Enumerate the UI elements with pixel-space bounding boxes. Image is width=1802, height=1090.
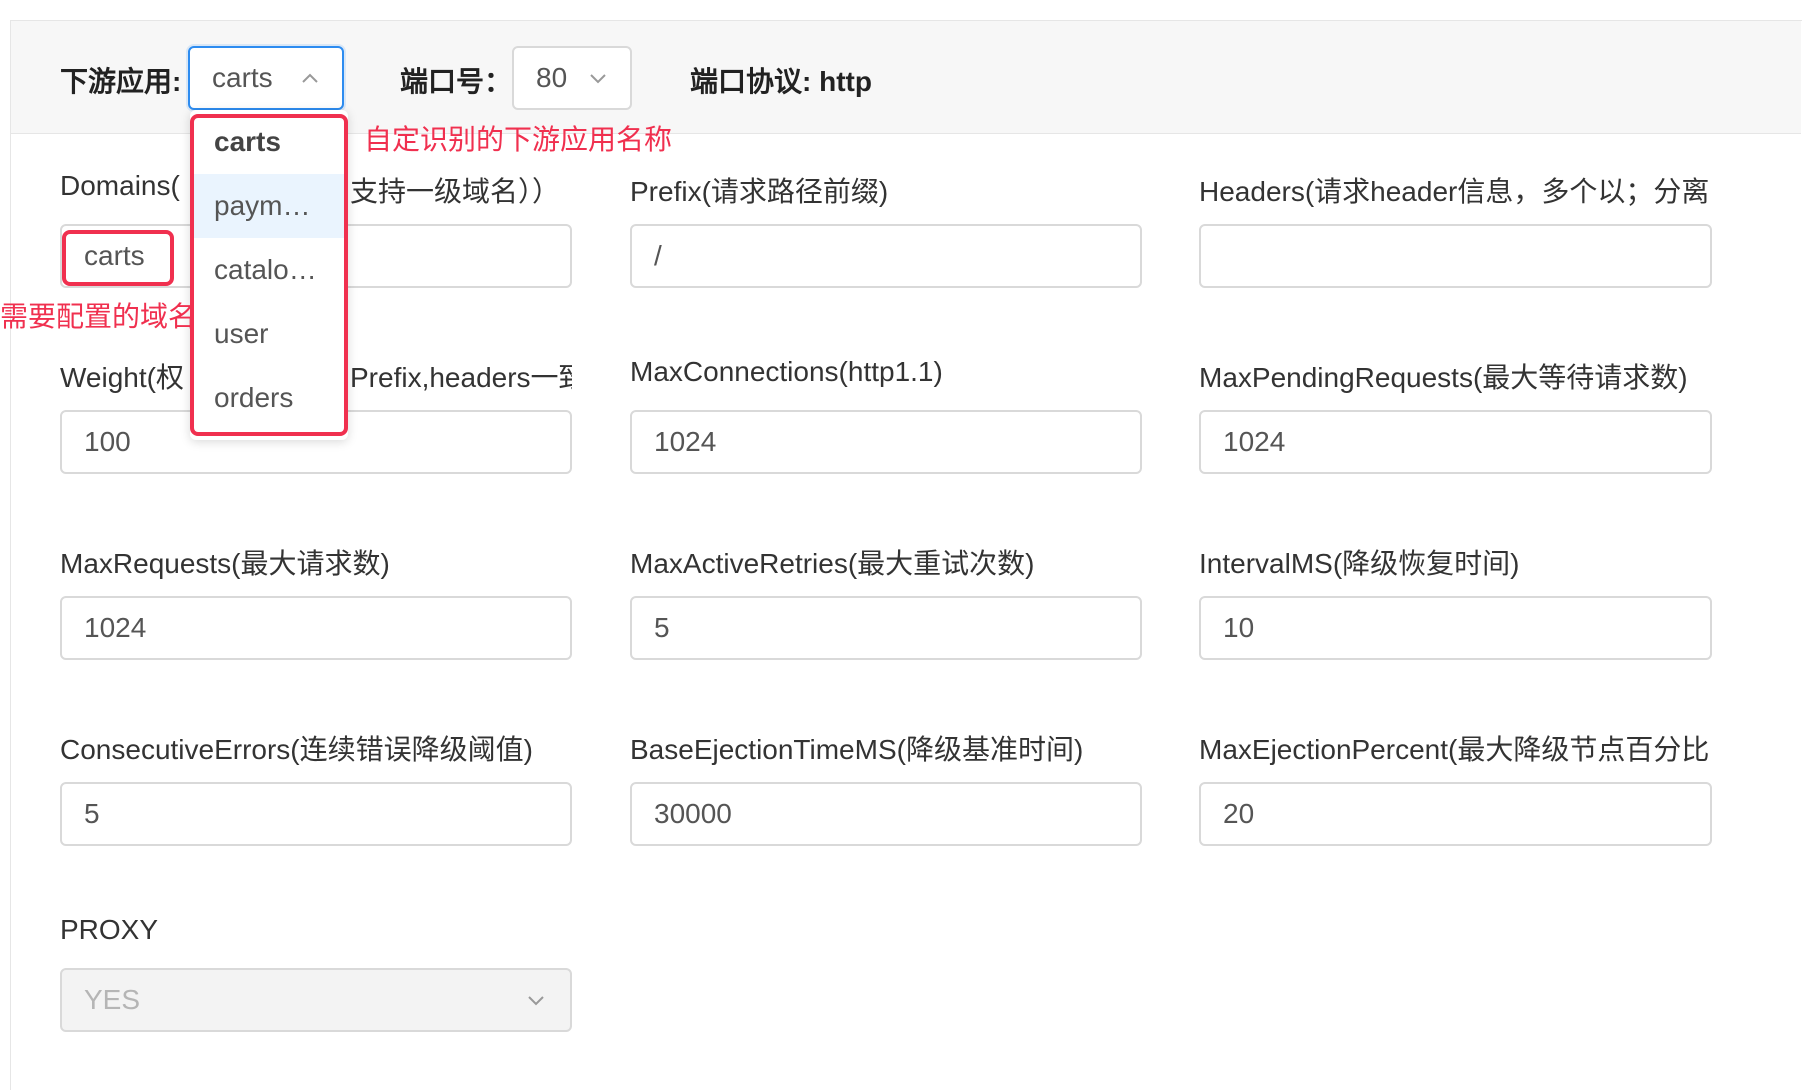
max-connections-label: MaxConnections(http1.1) <box>630 356 943 387</box>
dropdown-option-payment[interactable]: paym… <box>190 174 348 238</box>
proxy-label: PROXY <box>60 914 159 945</box>
dropdown-annotation: 自定识别的下游应用名称 <box>364 124 673 155</box>
weight-label-right: Prefix,headers一致 <box>350 362 572 393</box>
headers-label: Headers(请求header信息，多个以；分离 <box>1199 176 1710 207</box>
dropdown-option-orders[interactable]: orders <box>190 366 348 430</box>
base-ejection-input[interactable]: 30000 <box>630 782 1142 846</box>
max-pending-input[interactable]: 1024 <box>1199 410 1712 474</box>
prefix-label: Prefix(请求路径前缀) <box>630 176 889 207</box>
app-label: 下游应用: <box>60 66 182 97</box>
max-active-retries-input[interactable]: 5 <box>630 596 1142 660</box>
chevron-down-icon <box>590 74 606 84</box>
port-select[interactable]: 80 <box>512 46 632 110</box>
max-active-retries-input-value: 5 <box>654 612 670 643</box>
app-select[interactable]: carts <box>188 46 344 110</box>
max-requests-label: MaxRequests(最大请求数) <box>60 548 390 579</box>
port-select-value: 80 <box>536 62 568 93</box>
max-pending-label: MaxPendingRequests(最大等待请求数) <box>1199 362 1688 393</box>
proxy-select-value: YES <box>84 984 141 1015</box>
prefix-input[interactable]: / <box>630 224 1142 288</box>
max-active-retries-label: MaxActiveRetries(最大重试次数) <box>630 548 1035 579</box>
dropdown-option-catalog[interactable]: catalo… <box>190 238 348 302</box>
max-connections-input[interactable]: 1024 <box>630 410 1142 474</box>
domain-annotation: 需要配置的域名 <box>0 301 197 332</box>
interval-ms-label: IntervalMS(降级恢复时间) <box>1199 548 1520 579</box>
max-requests-input[interactable]: 1024 <box>60 596 572 660</box>
domains-input-value: carts <box>84 240 145 271</box>
chevron-up-icon <box>302 73 318 83</box>
consecutive-errors-label: ConsecutiveErrors(连续错误降级阈值) <box>60 734 533 765</box>
weight-label-left: Weight(权 <box>60 362 184 393</box>
max-ejection-input[interactable]: 20 <box>1199 782 1712 846</box>
consecutive-errors-input-value: 5 <box>84 798 100 829</box>
app-select-value: carts <box>212 62 273 93</box>
max-ejection-label: MaxEjectionPercent(最大降级节点百分比 <box>1199 734 1710 765</box>
base-ejection-input-value: 30000 <box>654 798 732 829</box>
consecutive-errors-input[interactable]: 5 <box>60 782 572 846</box>
weight-input-value: 100 <box>84 426 131 457</box>
app-dropdown-menu: carts paym… catalo… user orders <box>190 110 348 440</box>
domains-label-right: 支持一级域名）） <box>350 176 561 207</box>
interval-ms-input[interactable]: 10 <box>1199 596 1712 660</box>
max-connections-input-value: 1024 <box>654 426 717 457</box>
port-label: 端口号： <box>400 66 513 97</box>
dropdown-option-user[interactable]: user <box>190 302 348 366</box>
protocol-label: 端口协议: http <box>690 66 872 97</box>
base-ejection-label: BaseEjectionTimeMS(降级基准时间) <box>630 734 1084 765</box>
proxy-select[interactable]: YES <box>60 968 572 1032</box>
max-pending-input-value: 1024 <box>1223 426 1286 457</box>
interval-ms-input-value: 10 <box>1223 612 1255 643</box>
prefix-input-value: / <box>654 240 662 271</box>
headers-input[interactable] <box>1199 224 1712 288</box>
max-ejection-input-value: 20 <box>1223 798 1255 829</box>
max-requests-input-value: 1024 <box>84 612 147 643</box>
domains-label-left: Domains( <box>60 170 180 201</box>
chevron-down-icon <box>528 996 544 1006</box>
dropdown-option-carts[interactable]: carts <box>190 110 348 174</box>
